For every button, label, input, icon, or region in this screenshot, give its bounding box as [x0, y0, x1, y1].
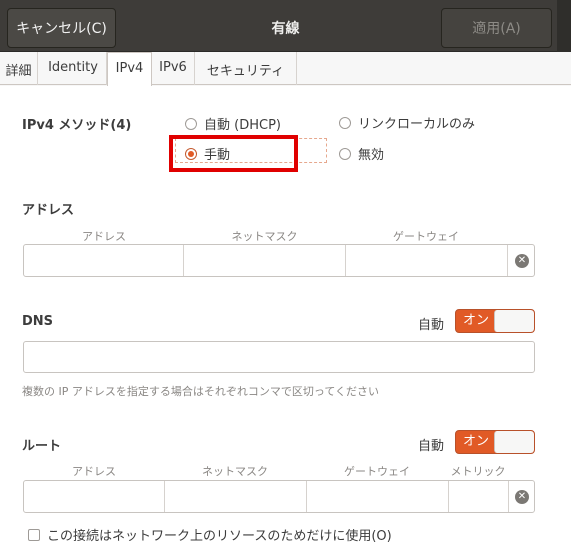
gateway-column-header: ゲートウェイ: [393, 230, 459, 243]
dns-input[interactable]: [23, 341, 535, 373]
netmask-column-header: ネットマスク: [231, 230, 298, 243]
route-gateway-column-header: ゲートウェイ: [344, 465, 410, 478]
dns-auto-label: 自動: [418, 318, 445, 333]
method-dhcp-label: 自動 (DHCP): [204, 118, 281, 133]
toggle-knob: [494, 431, 534, 453]
method-disabled-label: 無効: [358, 148, 385, 163]
route-row: ✕: [23, 480, 535, 513]
dns-auto-toggle[interactable]: オン: [455, 309, 535, 333]
address-column-header: アドレス: [82, 230, 126, 243]
routes-section-label: ルート: [22, 439, 62, 454]
address-input[interactable]: [24, 245, 184, 276]
apply-button[interactable]: 適用(A): [441, 8, 552, 48]
toggle-knob: [494, 310, 534, 332]
gateway-input[interactable]: [346, 245, 508, 276]
dns-section-label: DNS: [22, 314, 54, 329]
highlight-box: [169, 135, 298, 172]
method-link-local-label: リンクローカルのみ: [358, 117, 476, 132]
routes-auto-toggle[interactable]: オン: [455, 430, 535, 454]
tab-ipv6[interactable]: IPv6: [152, 52, 195, 85]
tab-details[interactable]: 詳細: [0, 52, 38, 85]
tab-bar: 詳細 Identity IPv4 IPv6 セキュリティ: [0, 52, 571, 86]
route-metric-input[interactable]: [449, 481, 509, 512]
only-local-resources-checkbox[interactable]: この接続はネットワーク上のリソースのためだけに使用(O): [28, 525, 392, 544]
radio-icon: [339, 147, 351, 160]
method-disabled-radio[interactable]: 無効: [339, 144, 384, 163]
route-netmask-column-header: ネットマスク: [202, 465, 268, 478]
dns-hint: 複数の IP アドレスを指定する場合はそれぞれコンマで区切ってください: [22, 385, 379, 398]
delete-address-icon[interactable]: ✕: [515, 254, 529, 268]
route-address-input[interactable]: [24, 481, 165, 512]
tab-security[interactable]: セキュリティ: [195, 52, 297, 85]
routes-auto-label: 自動: [418, 439, 445, 454]
route-netmask-input[interactable]: [165, 481, 307, 512]
delete-route-icon[interactable]: ✕: [515, 490, 529, 504]
only-local-resources-label: この接続はネットワーク上のリソースのためだけに使用(O): [47, 529, 392, 544]
toggle-on-label: オン: [462, 434, 489, 449]
tab-identity[interactable]: Identity: [40, 52, 107, 85]
route-gateway-input[interactable]: [307, 481, 449, 512]
radio-icon: [339, 116, 351, 129]
ipv4-method-label: IPv4 メソッド(4): [22, 118, 132, 133]
method-link-local-radio[interactable]: リンクローカルのみ: [339, 113, 475, 132]
route-metric-column-header: メトリック: [450, 465, 506, 478]
radio-icon: [185, 117, 197, 130]
netmask-input[interactable]: [184, 245, 346, 276]
ipv4-panel: IPv4 メソッド(4) 自動 (DHCP) リンクローカルのみ 手動 無効 ア…: [0, 86, 571, 555]
method-dhcp-radio[interactable]: 自動 (DHCP): [185, 114, 281, 133]
network-settings-window: キャンセル(C) 有線 適用(A) 詳細 Identity IPv4 IPv6 …: [0, 0, 571, 555]
window-edge: [557, 0, 571, 52]
address-row: ✕: [23, 244, 535, 277]
checkbox-icon: [28, 528, 40, 541]
toggle-on-label: オン: [462, 313, 489, 328]
tab-ipv4[interactable]: IPv4: [107, 52, 152, 86]
route-address-column-header: アドレス: [72, 465, 116, 478]
header-bar: キャンセル(C) 有線 適用(A): [0, 0, 571, 52]
addresses-section-label: アドレス: [22, 203, 75, 218]
